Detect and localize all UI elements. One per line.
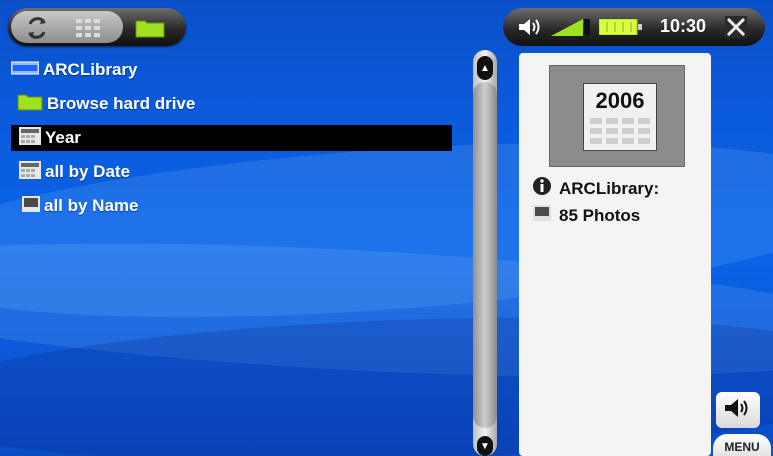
photo-icon (533, 205, 551, 226)
info-count-text: 85 Photos (559, 205, 641, 225)
list-item-label: all by Name (44, 196, 139, 215)
info-library-row: ARCLibrary: (533, 177, 659, 200)
list-item-browse-hard-drive[interactable]: Browse hard drive (17, 91, 195, 117)
list-item-all-by-date[interactable]: all by Date (19, 159, 130, 185)
refresh-icon[interactable] (22, 15, 52, 41)
volume-level-icon (551, 17, 591, 42)
screen: 10:30 ARCLibrary Browse hard drive Year … (0, 0, 773, 456)
arrow-up-icon[interactable]: ▲ (477, 56, 493, 80)
photo-icon (22, 195, 40, 217)
info-count-row: 85 Photos (533, 205, 640, 226)
list-item-year[interactable]: Year (11, 125, 452, 151)
list-item-label: all by Date (45, 162, 131, 181)
status-bar: 10:30 (503, 8, 765, 46)
clock: 10:30 (660, 16, 707, 36)
scrollbar-thumb[interactable] (473, 82, 497, 428)
list-item-label: Browse hard drive (47, 94, 196, 113)
folder-icon (17, 93, 43, 116)
thumbnail-year: 2006 (595, 88, 645, 113)
list-item-label: Year (45, 128, 81, 147)
menu-button[interactable]: MENU (713, 434, 771, 456)
arrow-down-icon[interactable]: ▼ (477, 436, 493, 456)
list-item-label: ARCLibrary (43, 60, 138, 79)
speaker-icon[interactable] (517, 16, 543, 43)
battery-icon (598, 18, 643, 40)
thumbnail-frame: 2006 (549, 65, 685, 167)
grid-view-icon[interactable] (72, 16, 104, 40)
info-panel: 2006 ARCLibrary: 85 Photos (519, 53, 711, 456)
calendar-icon (19, 126, 41, 150)
calendar-icon: 2006 (583, 83, 657, 151)
top-nav-bar (8, 8, 186, 46)
list-item-all-by-name[interactable]: all by Name (22, 193, 139, 219)
info-library-label: ARCLibrary: (559, 178, 660, 198)
volume-button[interactable] (716, 392, 760, 428)
close-icon[interactable] (725, 16, 747, 43)
calendar-icon (19, 160, 41, 184)
library-icon (10, 60, 40, 81)
speaker-icon (723, 396, 753, 425)
list-item-arclibrary[interactable]: ARCLibrary (10, 57, 138, 83)
info-icon (533, 177, 551, 200)
folder-icon[interactable] (132, 16, 168, 40)
